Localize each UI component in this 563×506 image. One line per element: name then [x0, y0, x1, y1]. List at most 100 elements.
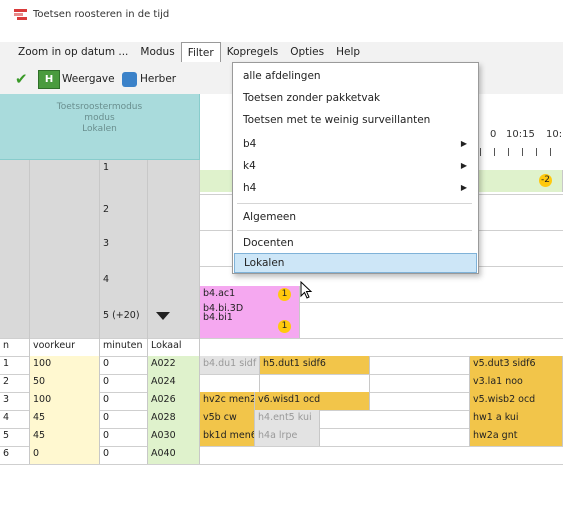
table-row[interactable]: 6 0 0 A040	[0, 446, 563, 465]
group-number: 4	[100, 266, 148, 302]
test-slot[interactable]: h5.dut1 sidf6	[260, 356, 370, 374]
time-ticks	[480, 148, 563, 156]
test-slot[interactable]: b4.du1 sidf	[200, 356, 260, 374]
count-badge: 1	[278, 320, 291, 333]
test-slot[interactable]: v3.la1 noo	[470, 374, 563, 392]
row-lokaal: A024	[148, 374, 200, 392]
menu-item-label: Toetsen zonder pakketvak	[243, 92, 381, 104]
row-lokaal: A026	[148, 392, 200, 410]
filter-te-weinig-surveillanten[interactable]: Toetsen met te weinig surveillanten	[234, 109, 477, 131]
menu-zoom[interactable]: Zoom in op datum ...	[0, 42, 134, 62]
test-slot[interactable]: hw1 a kui	[470, 410, 563, 428]
row-minuten: 0	[100, 410, 148, 428]
test-slot[interactable]: bk1d men6	[200, 428, 255, 446]
time-label: 10:15	[506, 129, 535, 140]
menu-item-label: Algemeen	[243, 211, 297, 223]
menu-kopregels[interactable]: Kopregels	[221, 42, 285, 62]
row-n: 1	[0, 356, 30, 374]
filter-alle-afdelingen[interactable]: alle afdelingen	[234, 65, 477, 87]
test-slot[interactable]	[200, 374, 260, 392]
test-slot[interactable]: hv2c men2	[200, 392, 255, 410]
test-slot[interactable]	[320, 428, 470, 446]
herber-label: Herber	[140, 73, 177, 85]
group-number: 1	[100, 160, 148, 194]
row-n: 5	[0, 428, 30, 446]
row-voorkeur[interactable]: 45	[30, 428, 100, 446]
row-voorkeur[interactable]: 0	[30, 446, 100, 464]
menu-item-label: h4	[243, 182, 257, 194]
mouse-cursor-icon	[300, 281, 313, 299]
row-n: 6	[0, 446, 30, 464]
row-minuten: 0	[100, 374, 148, 392]
row-lokaal: A028	[148, 410, 200, 428]
menu-modus[interactable]: Modus	[134, 42, 180, 62]
menu-opties[interactable]: Opties	[284, 42, 330, 62]
mode-header: Toetsroostermodus modus Lokalen	[0, 94, 200, 160]
test-block[interactable]: b4.ac1 1	[200, 286, 300, 302]
test-slot[interactable]: v5b cw	[200, 410, 255, 428]
table-row[interactable]: 3 100 0 A026 hv2c men2 v6.wisd1 ocd v5.w…	[0, 392, 563, 411]
mode-line-2: modus	[84, 113, 115, 123]
menu-filter[interactable]: Filter	[180, 42, 221, 62]
col-n: n	[0, 338, 30, 356]
test-slot[interactable]	[260, 374, 370, 392]
weergave-button[interactable]: H Weergave	[38, 69, 115, 89]
expand-toggle[interactable]	[148, 302, 200, 338]
test-slot[interactable]	[370, 374, 470, 392]
row-n: 2	[0, 374, 30, 392]
checkmark-icon[interactable]: ✔	[15, 70, 28, 88]
menu-separator	[237, 203, 472, 204]
test-label: b4.ac1	[203, 288, 236, 299]
row-n: 3	[0, 392, 30, 410]
test-slot[interactable]	[320, 410, 470, 428]
menu-item-label: Docenten	[243, 237, 294, 249]
group-row[interactable]: 5 (+20) b4.bi.3D b4.bi1 1	[0, 302, 563, 339]
row-lokaal: A030	[148, 428, 200, 446]
test-slot[interactable]	[370, 392, 470, 410]
table-row[interactable]: 2 50 0 A024 v3.la1 noo	[0, 374, 563, 393]
group-number: 5 (+20)	[100, 302, 148, 338]
test-slot[interactable]: h4.ent5 kui	[255, 410, 320, 428]
filter-b4[interactable]: b4 ▶	[234, 133, 477, 155]
filter-k4[interactable]: k4 ▶	[234, 155, 477, 177]
title-bar: Toetsen roosteren in de tijd	[0, 0, 563, 28]
spreadsheet-icon: H	[38, 69, 60, 89]
menu-item-label: alle afdelingen	[243, 70, 321, 82]
triangle-down-icon	[156, 312, 170, 320]
row-voorkeur[interactable]: 50	[30, 374, 100, 392]
filter-h4[interactable]: h4 ▶	[234, 177, 477, 199]
test-block[interactable]: b4.bi.3D b4.bi1 1	[200, 302, 300, 338]
group-number: 2	[100, 194, 148, 230]
filter-algemeen[interactable]: Algemeen	[234, 206, 477, 228]
filter-lokalen[interactable]: Lokalen	[234, 253, 477, 273]
mode-line-1: Toetsroostermodus	[56, 102, 143, 112]
test-slot[interactable]	[370, 356, 470, 374]
row-minuten: 0	[100, 392, 148, 410]
menu-help[interactable]: Help	[330, 42, 366, 62]
table-row[interactable]: 4 45 0 A028 v5b cw h4.ent5 kui hw1 a kui	[0, 410, 563, 429]
filter-docenten[interactable]: Docenten	[234, 232, 477, 254]
table-row[interactable]: 1 100 0 A022 b4.du1 sidf h5.dut1 sidf6 v…	[0, 356, 563, 375]
test-slot[interactable]: v6.wisd1 ocd	[255, 392, 370, 410]
row-voorkeur[interactable]: 100	[30, 392, 100, 410]
test-slot[interactable]: hw2a gnt	[470, 428, 563, 446]
count-badge: 1	[278, 288, 291, 301]
menu-item-label: b4	[243, 138, 257, 150]
col-minuten: minuten	[100, 338, 148, 356]
submenu-arrow-icon: ▶	[460, 161, 467, 170]
submenu-arrow-icon: ▶	[460, 139, 467, 148]
test-slot[interactable]: v5.wisb2 ocd	[470, 392, 563, 410]
table-row[interactable]: 5 45 0 A030 bk1d men6 h4a lrpe hw2a gnt	[0, 428, 563, 447]
row-voorkeur[interactable]: 100	[30, 356, 100, 374]
menu-separator	[237, 230, 472, 231]
time-label: 0	[490, 129, 497, 140]
row-voorkeur[interactable]: 45	[30, 410, 100, 428]
test-slot[interactable]: h4a lrpe	[255, 428, 320, 446]
row-minuten: 0	[100, 446, 148, 464]
herber-button[interactable]: Herber	[122, 70, 176, 88]
filter-zonder-pakketvak[interactable]: Toetsen zonder pakketvak	[234, 87, 477, 109]
submenu-arrow-icon: ▶	[460, 183, 467, 192]
test-slot[interactable]: v5.dut3 sidf6	[470, 356, 563, 374]
refresh-icon	[122, 71, 137, 87]
weergave-label: Weergave	[62, 73, 115, 85]
